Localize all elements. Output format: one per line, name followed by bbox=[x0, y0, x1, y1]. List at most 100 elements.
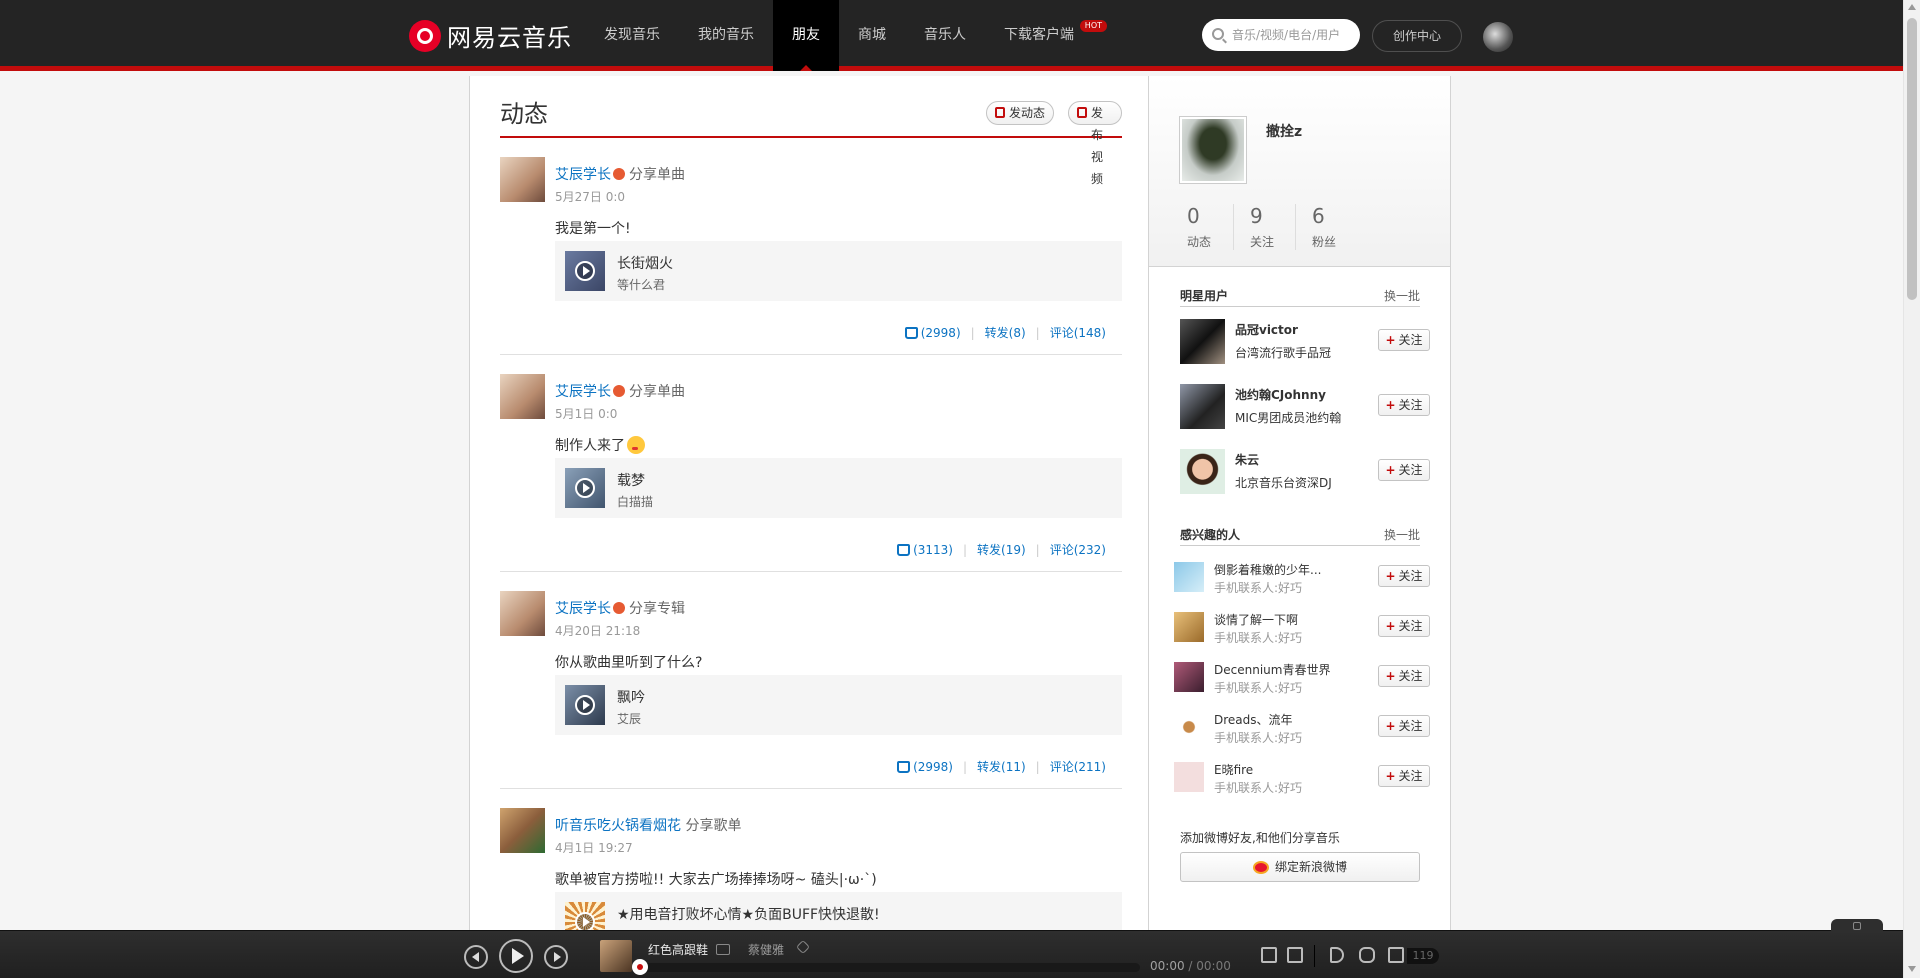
interest-user-avatar[interactable] bbox=[1174, 612, 1204, 642]
scroll-down-arrow-icon[interactable] bbox=[1908, 966, 1916, 972]
volume-icon[interactable] bbox=[1330, 947, 1344, 963]
author-avatar[interactable] bbox=[500, 374, 545, 419]
profile-name[interactable]: 撤拴z bbox=[1266, 121, 1302, 141]
follow-button[interactable]: + 关注 bbox=[1378, 565, 1430, 587]
play-icon[interactable] bbox=[575, 478, 595, 498]
play-icon[interactable] bbox=[575, 261, 595, 281]
author-avatar[interactable] bbox=[500, 157, 545, 202]
loop-mode-icon[interactable] bbox=[1359, 947, 1375, 963]
interest-user-name[interactable]: Decennium青春世界 bbox=[1214, 661, 1330, 678]
nav-store[interactable]: 商城 bbox=[839, 0, 905, 71]
lock-player-tab[interactable] bbox=[1831, 919, 1883, 933]
forward-button[interactable]: 转发(11) bbox=[977, 758, 1026, 775]
song-artist[interactable]: 白描描 bbox=[617, 493, 653, 510]
post-time[interactable]: 5月1日 0:0 bbox=[555, 405, 617, 422]
nav-my-music[interactable]: 我的音乐 bbox=[679, 0, 773, 71]
interest-user-name[interactable]: Dreads、流年 bbox=[1214, 711, 1293, 728]
star-user-avatar[interactable] bbox=[1180, 319, 1225, 364]
interest-user-avatar[interactable] bbox=[1174, 712, 1204, 742]
song-name[interactable]: 长街烟火 bbox=[617, 253, 673, 273]
nav-friends[interactable]: 朋友 bbox=[773, 0, 839, 71]
like-button[interactable]: (3113) bbox=[897, 543, 953, 557]
search-input[interactable] bbox=[1232, 28, 1354, 42]
now-playing-artist[interactable]: 蔡健雅 bbox=[748, 941, 784, 958]
nav-discover[interactable]: 发现音乐 bbox=[585, 0, 679, 71]
link-icon[interactable] bbox=[795, 939, 811, 955]
scrollbar-thumb[interactable] bbox=[1907, 18, 1917, 300]
interest-user-name[interactable]: 倒影着稚嫩的少年... bbox=[1214, 561, 1321, 578]
like-button[interactable]: (2998) bbox=[904, 326, 961, 340]
playlist-count[interactable]: 119 bbox=[1407, 948, 1439, 964]
interest-user-name[interactable]: E晓fire bbox=[1214, 761, 1253, 778]
song-artist[interactable]: 等什么君 bbox=[617, 276, 665, 293]
now-playing-cover[interactable] bbox=[600, 940, 632, 972]
stat-following[interactable]: 9 关注 bbox=[1233, 204, 1295, 250]
refresh-interest-users-link[interactable]: 换一批 bbox=[1384, 526, 1420, 543]
follow-button[interactable]: + 关注 bbox=[1378, 765, 1430, 787]
album-cover[interactable] bbox=[565, 685, 605, 725]
interest-user-avatar[interactable] bbox=[1174, 562, 1204, 592]
play-icon[interactable] bbox=[575, 912, 595, 932]
song-cover[interactable] bbox=[565, 251, 605, 291]
shared-song-card[interactable]: 载梦 白描描 bbox=[555, 458, 1122, 518]
previous-track-button[interactable] bbox=[464, 945, 488, 969]
nav-download-client[interactable]: 下载客户端 HOT bbox=[985, 0, 1107, 71]
comment-button[interactable]: 评论(232) bbox=[1050, 541, 1106, 558]
profile-avatar[interactable] bbox=[1179, 116, 1247, 184]
stat-events[interactable]: 0 动态 bbox=[1171, 204, 1233, 250]
comment-button[interactable]: 评论(211) bbox=[1050, 758, 1106, 775]
album-name[interactable]: 飘吟 bbox=[617, 687, 645, 707]
scroll-up-arrow-icon[interactable] bbox=[1908, 4, 1916, 10]
refresh-star-users-link[interactable]: 换一批 bbox=[1384, 287, 1420, 304]
play-button[interactable] bbox=[499, 939, 533, 973]
follow-button[interactable]: + 关注 bbox=[1378, 615, 1430, 637]
playlist-icon[interactable] bbox=[1388, 947, 1404, 963]
bind-weibo-button[interactable]: 绑定新浪微博 bbox=[1180, 852, 1420, 882]
track-title[interactable]: 红色高跟鞋 bbox=[648, 943, 708, 957]
author-name-link[interactable]: 艾辰学长 bbox=[555, 167, 611, 183]
like-button[interactable]: (2998) bbox=[897, 760, 953, 774]
page-scrollbar[interactable] bbox=[1903, 0, 1920, 978]
author-name-link[interactable]: 听音乐吃火锅看烟花 bbox=[555, 818, 681, 834]
user-avatar[interactable] bbox=[1483, 22, 1513, 52]
collect-icon[interactable] bbox=[1261, 947, 1277, 963]
follow-button[interactable]: + 关注 bbox=[1378, 665, 1430, 687]
album-artist[interactable]: 艾辰 bbox=[617, 710, 641, 727]
author-name-link[interactable]: 艾辰学长 bbox=[555, 601, 611, 617]
post-time[interactable]: 4月1日 19:27 bbox=[555, 839, 633, 856]
progress-handle[interactable] bbox=[632, 959, 648, 975]
follow-button[interactable]: + 关注 bbox=[1378, 715, 1430, 737]
search-box[interactable] bbox=[1202, 19, 1360, 51]
playlist-name[interactable]: ★用电音打败坏心情★负面BUFF快快退散! bbox=[617, 904, 880, 924]
forward-button[interactable]: 转发(19) bbox=[977, 541, 1026, 558]
post-time[interactable]: 5月27日 0:0 bbox=[555, 188, 625, 205]
mv-icon[interactable] bbox=[716, 944, 731, 955]
follow-button[interactable]: + 关注 bbox=[1378, 459, 1430, 481]
star-user-avatar[interactable] bbox=[1180, 384, 1225, 429]
song-cover[interactable] bbox=[565, 468, 605, 508]
interest-user-avatar[interactable] bbox=[1174, 662, 1204, 692]
play-icon[interactable] bbox=[575, 695, 595, 715]
interest-user-name[interactable]: 谈情了解一下啊 bbox=[1214, 611, 1298, 628]
author-avatar[interactable] bbox=[500, 591, 545, 636]
progress-bar[interactable] bbox=[640, 963, 1140, 972]
follow-button[interactable]: + 关注 bbox=[1378, 394, 1430, 416]
author-avatar[interactable] bbox=[500, 808, 545, 853]
follow-button[interactable]: + 关注 bbox=[1378, 329, 1430, 351]
stat-followers[interactable]: 6 粉丝 bbox=[1295, 204, 1357, 250]
comment-button[interactable]: 评论(148) bbox=[1050, 324, 1106, 341]
forward-button[interactable]: 转发(8) bbox=[985, 324, 1026, 341]
star-user-name[interactable]: 品冠victor bbox=[1235, 321, 1298, 338]
author-name-link[interactable]: 艾辰学长 bbox=[555, 384, 611, 400]
share-icon[interactable] bbox=[1287, 947, 1303, 963]
shared-album-card[interactable]: 飘吟 艾辰 bbox=[555, 675, 1122, 735]
star-user-name[interactable]: 朱云 bbox=[1235, 451, 1259, 468]
logo[interactable]: 网易云音乐 bbox=[409, 18, 572, 53]
creator-center-button[interactable]: 创作中心 bbox=[1372, 20, 1462, 52]
star-user-name[interactable]: 池约翰CJohnny bbox=[1235, 386, 1326, 403]
post-video-button[interactable]: 发布视频 bbox=[1068, 101, 1122, 186]
interest-user-avatar[interactable] bbox=[1174, 762, 1204, 792]
star-user-avatar[interactable] bbox=[1180, 449, 1225, 494]
shared-song-card[interactable]: 长街烟火 等什么君 bbox=[555, 241, 1122, 301]
post-status-button[interactable]: 发动态 bbox=[986, 101, 1055, 125]
